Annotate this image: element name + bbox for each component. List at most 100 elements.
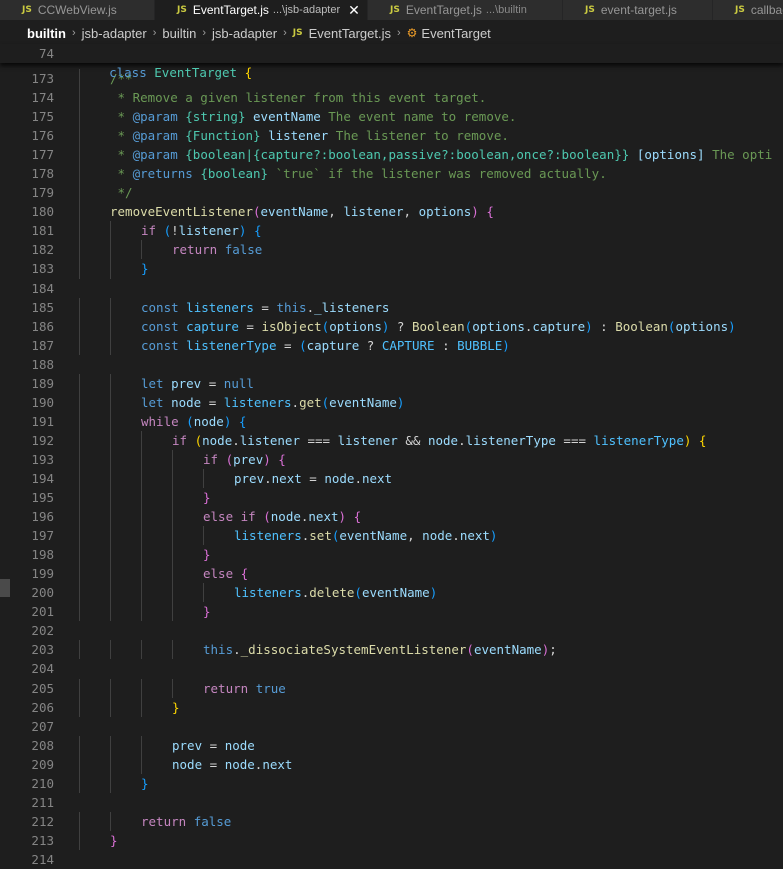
chevron-right-icon: ›	[396, 27, 401, 39]
code-line: 210}	[0, 773, 783, 793]
code-text: }	[203, 547, 211, 563]
indent-guide	[79, 697, 80, 717]
code-text: while (node) {	[141, 413, 247, 429]
indent-guide	[110, 583, 111, 603]
code-text: return false	[141, 813, 232, 829]
code-line: 176 * @param {Function} listener The lis…	[0, 126, 783, 146]
tab-event-target-js[interactable]: JS event-target.js	[563, 0, 713, 20]
js-file-icon: JS	[735, 5, 745, 15]
indent-guide	[79, 488, 80, 508]
sticky-scroll-line[interactable]: 74 class EventTarget {	[0, 44, 783, 80]
indent-guide	[110, 811, 111, 831]
code-line: 196 else if (node.next) {	[0, 507, 783, 527]
indent-guide	[110, 697, 111, 717]
breadcrumb-item[interactable]: builtin	[162, 26, 196, 41]
code-line: 192 if (node.listener === listener && nod…	[0, 430, 783, 450]
line-number: 209	[31, 756, 54, 772]
indent-guide	[110, 259, 111, 279]
code-text: const capture = isObject(options) ? Bool…	[141, 318, 736, 334]
indent-guide	[79, 811, 80, 831]
line-number: 175	[31, 109, 54, 125]
indent-guide	[110, 488, 111, 508]
code-text: if (!listener) {	[141, 223, 262, 239]
indent-guide	[110, 678, 111, 698]
indent-guide	[79, 735, 80, 755]
line-number: 194	[31, 470, 54, 486]
tab-eventtarget-js[interactable]: JS EventTarget.js ...\jsb-adapter ✕	[155, 0, 368, 20]
code-text: * @param {Function} listener The listene…	[110, 128, 509, 144]
line-number: 214	[31, 851, 54, 867]
indent-guide	[110, 564, 111, 584]
line-number: 210	[31, 775, 54, 791]
code-text: * @returns {boolean} `true` if the liste…	[110, 166, 607, 182]
code-line: 181 if (!listener) {	[0, 221, 783, 241]
line-number: 192	[31, 432, 54, 448]
indent-guide	[141, 526, 142, 546]
code-line: 193 if (prev) {	[0, 449, 783, 469]
code-text: }	[172, 699, 180, 715]
line-number: 187	[31, 337, 54, 353]
code-text: else if (node.next) {	[203, 509, 362, 525]
line-number: 211	[31, 794, 54, 810]
indent-guide	[141, 449, 142, 469]
code-editor[interactable]: 173/** 174 * Remove a given listener from…	[0, 69, 783, 867]
indent-guide	[110, 316, 111, 336]
indent-guide	[172, 468, 173, 489]
code-line: 187 const listenerType = (capture ? CAPTU…	[0, 335, 783, 355]
line-number: 206	[31, 699, 54, 715]
code-line: 197 listeners.set(eventName, node.next)	[0, 526, 783, 546]
code-text: else {	[203, 566, 249, 582]
code-line: 198}	[0, 545, 783, 565]
editor-tabs: JS CCWebView.js JS EventTarget.js ...\jsb-ad…	[0, 0, 783, 20]
line-number: 176	[31, 128, 54, 144]
code-line: 184	[0, 279, 783, 298]
js-file-icon: JS	[22, 5, 32, 15]
indent-guide	[141, 602, 142, 622]
indent-guide	[110, 430, 111, 450]
code-text: let node = listeners.get(eventName)	[141, 394, 405, 410]
indent-guide	[79, 449, 80, 469]
indent-guide	[141, 545, 142, 565]
indent-guide	[172, 583, 173, 603]
code-text: this._dissociateSystemEventListener(even…	[203, 642, 557, 658]
line-number: 174	[31, 90, 54, 106]
line-number: 213	[31, 832, 54, 848]
indent-guide	[172, 526, 173, 546]
tab-label: CCWebView.js	[37, 3, 117, 17]
tab-ccwebview-js[interactable]: JS CCWebView.js	[0, 0, 155, 20]
tab-callback[interactable]: JS callback	[713, 0, 783, 20]
code-text: }	[203, 604, 211, 620]
breadcrumb-item[interactable]: jsb-adapter	[82, 26, 147, 41]
line-number: 179	[31, 185, 54, 201]
code-text: const listenerType = (capture ? CAPTURE …	[141, 337, 510, 353]
indent-guide	[110, 526, 111, 546]
indent-guide	[79, 430, 80, 450]
breadcrumb-item[interactable]: builtin	[27, 26, 66, 41]
chevron-right-icon: ›	[72, 27, 76, 39]
chevron-right-icon: ›	[152, 27, 157, 39]
indent-guide	[110, 507, 111, 527]
breadcrumb-item[interactable]: EventTarget	[421, 26, 490, 41]
indent-guide	[79, 507, 80, 527]
indent-guide	[110, 240, 111, 260]
breadcrumb-item[interactable]: EventTarget.js	[309, 26, 391, 41]
code-line: 203 this._dissociateSystemEventListener(e…	[0, 640, 783, 660]
indent-guide	[141, 697, 142, 717]
indent-guide	[141, 754, 142, 774]
indent-guide	[79, 526, 80, 546]
code-line: 200 listeners.delete(eventName)	[0, 583, 783, 603]
code-line: 204	[0, 659, 783, 678]
code-line: 177 * @param {boolean|{capture?:boolean,…	[0, 145, 783, 165]
breadcrumb-item[interactable]: jsb-adapter	[212, 26, 277, 41]
close-icon[interactable]: ✕	[348, 3, 360, 17]
line-number: 212	[31, 813, 54, 829]
indent-guide	[79, 202, 80, 222]
tab-eventtarget-js[interactable]: JS EventTarget.js ...\builtin	[368, 0, 563, 20]
indent-guide	[79, 602, 80, 622]
code-text: */	[110, 185, 133, 201]
indent-guide	[172, 602, 173, 622]
indent-guide	[79, 678, 80, 698]
chevron-right-icon: ›	[283, 27, 287, 39]
code-line: 213}	[0, 830, 783, 850]
indent-guide	[203, 526, 204, 546]
